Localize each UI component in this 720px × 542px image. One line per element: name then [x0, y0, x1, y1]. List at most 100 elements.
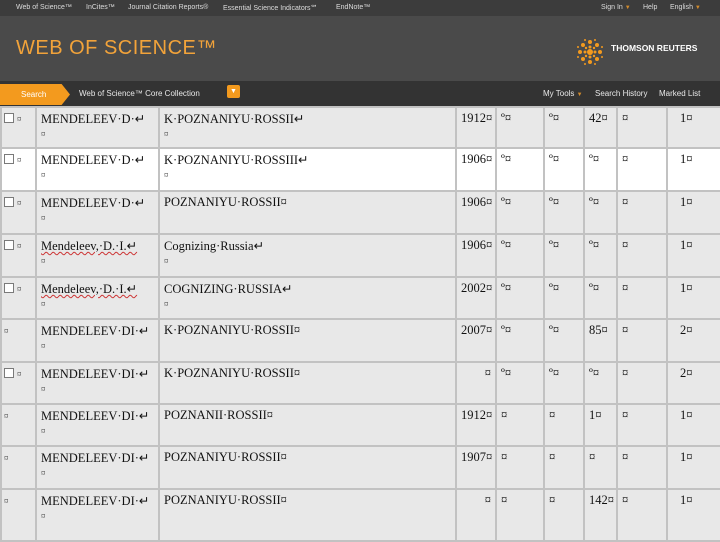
count-cell: º¤: [583, 233, 618, 278]
select-checkbox[interactable]: [4, 154, 14, 164]
count-cell: ¤: [616, 276, 668, 320]
work-title[interactable]: K·POZNANIYU·ROSSIII↵: [164, 153, 309, 167]
author-mark: ¤: [41, 341, 46, 351]
count-cell: ¤: [495, 403, 545, 447]
work-title[interactable]: K·POZNANIYU·ROSSII¤: [164, 323, 300, 337]
work-title[interactable]: POZNANIYU·ROSSII¤: [164, 450, 287, 464]
select-checkbox[interactable]: [4, 240, 14, 250]
count-cell: ¤: [616, 147, 668, 192]
count-cell: ¤: [616, 106, 668, 149]
row-marker: ¤: [17, 284, 22, 294]
count-cell: ¤: [616, 190, 668, 235]
count-cell: ¤: [495, 445, 545, 490]
author-name: MENDELEEV·DI·↵: [41, 367, 150, 381]
link-endnote[interactable]: EndNote™: [336, 4, 370, 11]
work-title[interactable]: K·POZNANIYU·ROSSII¤: [164, 366, 300, 380]
title-cell: POZNANIYU·ROSSII¤: [158, 190, 457, 235]
count-cell: ¤: [616, 233, 668, 278]
author-cell: Mendeleev,·D.·I.↵ ¤: [35, 233, 160, 278]
select-checkbox[interactable]: [4, 197, 14, 207]
year-cell: 1906¤: [455, 190, 497, 235]
count-cell: ¤: [616, 445, 668, 490]
year-cell: 1906¤: [455, 233, 497, 278]
work-title[interactable]: Cognizing·Russia↵: [164, 239, 264, 253]
select-checkbox[interactable]: [4, 283, 14, 293]
select-cell: ¤: [0, 445, 37, 490]
count-cell: º¤: [543, 147, 585, 192]
count-cell: º¤: [495, 147, 545, 192]
search-history-link[interactable]: Search History: [595, 89, 647, 98]
table-row: ¤ MENDELEEV·D·↵ ¤ POZNANIYU·ROSSII¤ 1906¤ º¤ º…: [0, 190, 720, 235]
title-mark: ¤: [164, 299, 169, 309]
search-tab[interactable]: Search: [0, 84, 70, 105]
author-cell: MENDELEEV·D·↵ ¤: [35, 106, 160, 149]
select-cell: ¤: [0, 276, 37, 320]
author-cell: MENDELEEV·D·↵ ¤: [35, 190, 160, 235]
collection-dropdown-icon[interactable]: ▼: [227, 85, 240, 98]
select-cell: ¤: [0, 318, 37, 363]
author-name: Mendeleev,·D.·I.↵: [41, 239, 138, 253]
my-tools-menu[interactable]: My Tools ▼: [543, 89, 583, 98]
table-row: ¤ Mendeleev,·D.·I.↵ ¤ Cognizing·Russia↵ ¤ 190…: [0, 233, 720, 278]
count-cell: º¤: [495, 276, 545, 320]
title-mark: ¤: [164, 170, 169, 180]
author-mark: ¤: [41, 468, 46, 478]
author-mark: ¤: [41, 511, 46, 521]
count-cell: 1¤: [666, 276, 720, 320]
link-incites[interactable]: InCites™: [86, 4, 115, 11]
select-cell: ¤: [0, 361, 37, 405]
author-name: Mendeleev,·D.·I.↵: [41, 282, 138, 296]
count-cell: 1¤: [666, 445, 720, 490]
work-title[interactable]: POZNANII·ROSSII¤: [164, 408, 273, 422]
author-name: MENDELEEV·D·↵: [41, 153, 146, 167]
sign-in-menu[interactable]: Sign In ▼: [601, 4, 631, 11]
thomson-reuters-wordmark: THOMSON REUTERS: [611, 43, 698, 53]
count-cell: 85¤: [583, 318, 618, 363]
work-title[interactable]: K·POZNANIYU·ROSSII↵: [164, 112, 304, 126]
help-link[interactable]: Help: [643, 4, 657, 11]
count-cell: º¤: [495, 190, 545, 235]
language-menu[interactable]: English ▼: [670, 4, 701, 11]
count-cell: 1¤: [666, 190, 720, 235]
marked-list-link[interactable]: Marked List: [659, 89, 700, 98]
results-table: ¤ MENDELEEV·D·↵ ¤ K·POZNANIYU·ROSSII↵ ¤ 1912¤…: [0, 106, 720, 542]
web-of-science-logo[interactable]: WEB OF SCIENCE™: [16, 37, 217, 60]
count-cell: ¤: [616, 361, 668, 405]
select-cell: ¤: [0, 190, 37, 235]
row-marker: ¤: [17, 369, 22, 379]
select-cell: ¤: [0, 233, 37, 278]
author-cell: Mendeleev,·D.·I.↵ ¤: [35, 276, 160, 320]
header: WEB OF SCIENCE™ THOMSON REUTERS: [0, 16, 720, 81]
table-row: ¤ MENDELEEV·DI·↵ ¤ POZNANIYU·ROSSII¤ ¤ ¤ ¤ 142¤…: [0, 488, 720, 542]
count-cell: º¤: [543, 276, 585, 320]
link-essential-science-indicators[interactable]: Essential Science Indicators℠: [223, 4, 318, 12]
select-checkbox[interactable]: [4, 113, 14, 123]
count-cell: 1¤: [666, 403, 720, 447]
count-cell: º¤: [495, 106, 545, 149]
count-cell: 1¤: [666, 488, 720, 542]
count-cell: ¤: [543, 403, 585, 447]
author-cell: MENDELEEV·D·↵ ¤: [35, 147, 160, 192]
year-cell: 1907¤: [455, 445, 497, 490]
row-marker: ¤: [4, 496, 9, 506]
link-web-of-science[interactable]: Web of Science™: [16, 4, 72, 11]
work-title[interactable]: POZNANIYU·ROSSII¤: [164, 493, 287, 507]
count-cell: 142¤: [583, 488, 618, 542]
count-cell: º¤: [495, 233, 545, 278]
table-row: ¤ MENDELEEV·DI·↵ ¤ POZNANIYU·ROSSII¤ 1907¤ ¤ ¤…: [0, 445, 720, 490]
title-cell: POZNANIYU·ROSSII¤: [158, 445, 457, 490]
caret-down-icon: ▼: [576, 92, 583, 98]
work-title[interactable]: COGNIZING·RUSSIA↵: [164, 282, 293, 296]
count-cell: º¤: [543, 106, 585, 149]
count-cell: 1¤: [666, 106, 720, 149]
count-cell: º¤: [543, 233, 585, 278]
author-mark: ¤: [41, 384, 46, 394]
title-cell: POZNANII·ROSSII¤: [158, 403, 457, 447]
count-cell: ¤: [616, 318, 668, 363]
work-title[interactable]: POZNANIYU·ROSSII¤: [164, 195, 287, 209]
select-checkbox[interactable]: [4, 368, 14, 378]
count-cell: 2¤: [666, 361, 720, 405]
link-journal-citation-reports[interactable]: Journal Citation Reports®: [128, 4, 208, 11]
row-marker: ¤: [17, 114, 22, 124]
select-cell: ¤: [0, 106, 37, 149]
